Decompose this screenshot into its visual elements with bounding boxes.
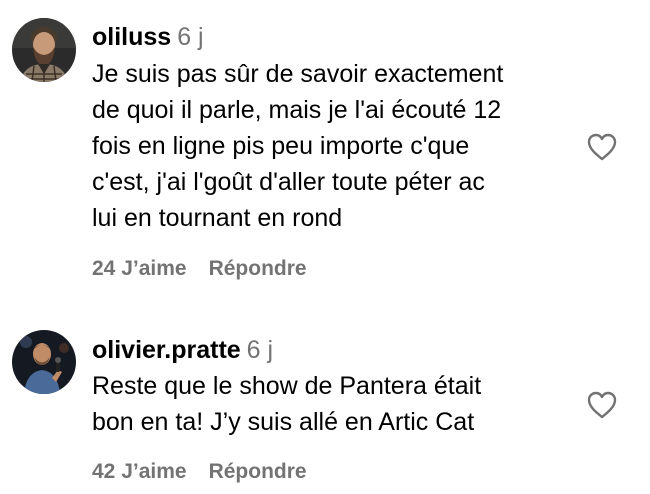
comment-header: oliluss 6 j [92, 22, 204, 56]
comment-item: oliluss 6 j Je suis pas sûr de savoir exa… [0, 0, 650, 300]
timestamp[interactable]: 6 j [247, 336, 273, 364]
comment-item: olivier.pratte 6 j Reste que le show de P… [0, 300, 650, 494]
like-count-button[interactable]: 24 J’aime [92, 257, 187, 280]
comment-actions: 42 J’aime Répondre [92, 459, 307, 485]
comment-header: olivier.pratte 6 j [92, 335, 273, 369]
comment-text: Je suis pas sûr de savoir exactement de … [92, 60, 504, 232]
like-count-button[interactable]: 42 J’aime [92, 460, 187, 483]
man-with-microphone-avatar-icon [12, 330, 76, 394]
heart-outline-icon[interactable] [586, 132, 618, 162]
username-link[interactable]: olivier.pratte [92, 336, 241, 364]
reply-button[interactable]: Répondre [209, 257, 307, 280]
timestamp[interactable]: 6 j [177, 23, 203, 51]
username-link[interactable]: oliluss [92, 23, 171, 51]
avatar[interactable] [12, 330, 76, 394]
comment-actions: 24 J’aime Répondre [92, 256, 307, 282]
bearded-man-avatar-icon [12, 18, 76, 82]
comment-text: Reste que le show de Pantera était bon e… [92, 372, 482, 436]
avatar[interactable] [12, 18, 76, 82]
reply-button[interactable]: Répondre [209, 460, 307, 483]
heart-outline-icon[interactable] [586, 390, 618, 420]
